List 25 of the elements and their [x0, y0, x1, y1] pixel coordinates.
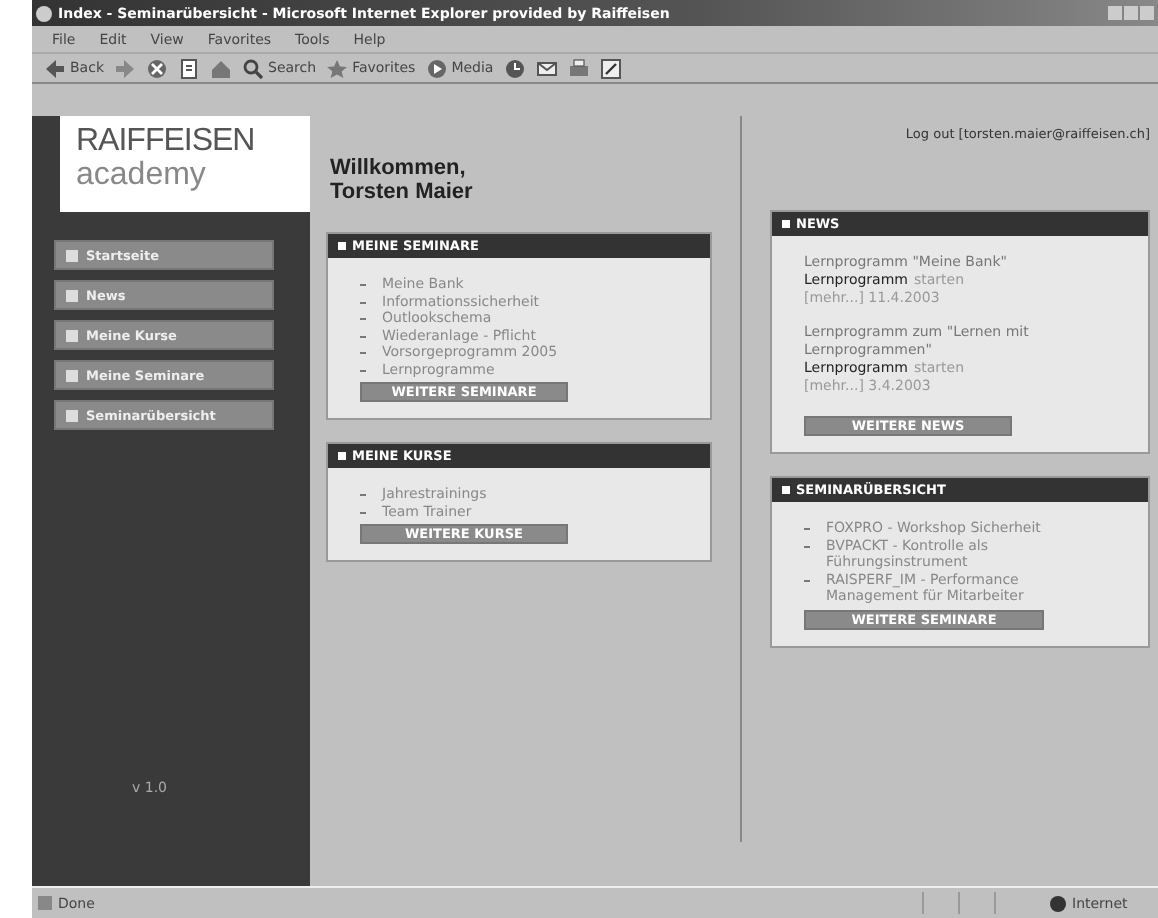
home-icon — [210, 57, 232, 79]
toolbar-button[interactable] — [146, 57, 168, 79]
toolbar-button[interactable] — [599, 57, 622, 79]
stop-icon — [146, 57, 168, 79]
edit-icon — [599, 57, 622, 79]
search-icon — [242, 57, 264, 79]
logo: RAIFFEISEN academy — [60, 116, 310, 212]
media-icon — [425, 57, 448, 79]
clock-icon — [503, 57, 526, 79]
welcome-heading: Willkommen, — [330, 156, 468, 180]
forward-icon — [114, 57, 136, 79]
square-icon — [66, 369, 78, 381]
star-icon — [326, 57, 349, 79]
square-icon — [66, 289, 78, 301]
square-icon — [66, 329, 78, 341]
back-icon — [44, 57, 66, 79]
user-name: Torsten Maier — [330, 180, 475, 204]
printer-icon — [567, 57, 590, 79]
square-icon — [66, 409, 78, 421]
browser-icon — [36, 5, 52, 21]
mail-icon — [535, 57, 558, 79]
toolbar-button[interactable] — [535, 57, 558, 79]
toolbar-button[interactable] — [567, 57, 590, 79]
toolbar-button[interactable] — [503, 57, 526, 79]
square-icon — [66, 249, 78, 261]
